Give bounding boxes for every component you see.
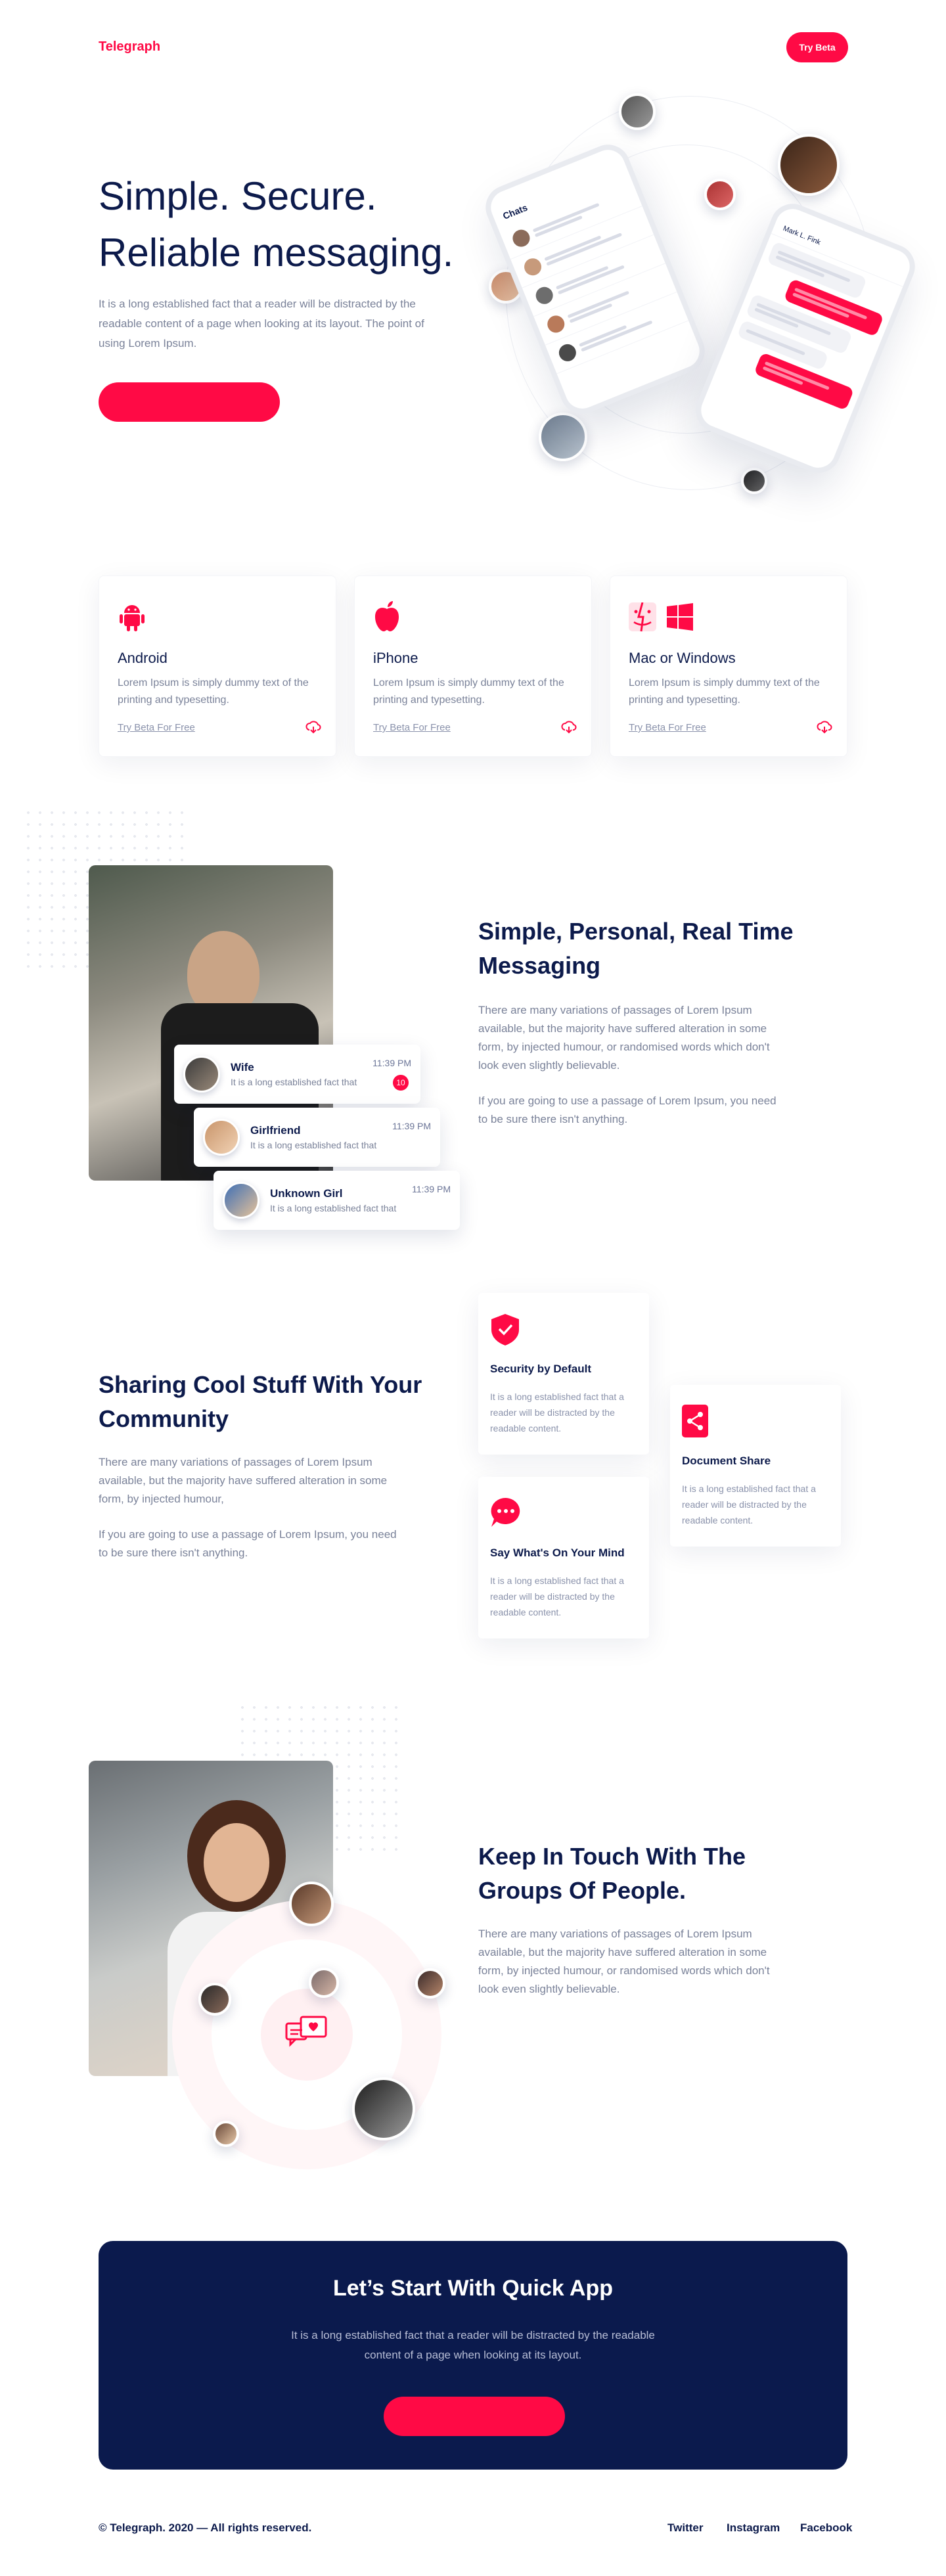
cloud-download-icon[interactable]	[305, 721, 321, 734]
message-card[interactable]: Unknown Girl It is a long established fac…	[214, 1171, 460, 1230]
realtime-paragraph: If you are going to use a passage of Lor…	[478, 1095, 777, 1125]
platform-text: Lorem Ipsum is simply dummy text of the …	[629, 677, 820, 706]
platform-title: Android	[118, 650, 168, 666]
community-paragraph: There are many variations of passages of…	[99, 1456, 388, 1505]
message-preview: It is a long established fact that	[250, 1140, 377, 1150]
try-beta-link[interactable]: Try Beta For Free	[373, 722, 451, 733]
banner-title: Let’s Start With Quick App	[333, 2276, 613, 2301]
platform-card-iphone: iPhone Lorem Ipsum is simply dummy text …	[354, 576, 592, 757]
platform-card-desktop: Mac or Windows Lorem Ipsum is simply dum…	[610, 576, 847, 757]
community-title-line1: Sharing Cool Stuff With Your	[99, 1371, 422, 1398]
message-sender: Girlfriend	[250, 1124, 301, 1137]
android-icon	[120, 605, 145, 631]
avatar	[203, 1119, 240, 1156]
feature-card-mind: Say What's On Your Mind It is a long est…	[478, 1477, 649, 1638]
group-chat-icon	[285, 2016, 327, 2047]
banner-cta-button[interactable]	[384, 2397, 565, 2436]
platform-title: iPhone	[373, 650, 418, 666]
feature-card-share: Document Share It is a long established …	[670, 1385, 841, 1547]
feature-text: It is a long established fact that a rea…	[490, 1391, 624, 1434]
groups-paragraph: There are many variations of passages of…	[478, 1928, 770, 1995]
message-sender: Wife	[231, 1061, 254, 1073]
hero-avatar	[778, 134, 840, 196]
feature-title: Say What's On Your Mind	[490, 1547, 625, 1559]
platform-card-android: Android Lorem Ipsum is simply dummy text…	[99, 576, 336, 757]
message-preview: It is a long established fact that	[270, 1203, 397, 1213]
feature-title: Security by Default	[490, 1363, 591, 1375]
avatar	[223, 1182, 259, 1219]
group-avatar	[352, 2077, 415, 2140]
feature-text: It is a long established fact that a rea…	[490, 1575, 624, 1617]
hero-subtitle: It is a long established fact that a rea…	[99, 298, 424, 350]
group-avatar	[213, 2121, 239, 2147]
groups-title: Keep In Touch With The Groups Of People.	[478, 1840, 820, 1908]
footer-link-instagram[interactable]: Instagram	[727, 2521, 780, 2535]
message-sender: Unknown Girl	[270, 1187, 343, 1200]
cloud-download-icon[interactable]	[817, 721, 832, 734]
try-beta-link[interactable]: Try Beta For Free	[118, 722, 195, 733]
message-time: 11:39 PM	[412, 1184, 451, 1194]
community-title: Sharing Cool Stuff With Your Community	[99, 1368, 440, 1436]
realtime-title-line2: Messaging	[478, 952, 601, 979]
mac-windows-icon	[629, 602, 693, 632]
message-card[interactable]: Girlfriend It is a long established fact …	[194, 1108, 440, 1167]
platform-text: Lorem Ipsum is simply dummy text of the …	[373, 677, 564, 706]
hero-cta-button[interactable]	[99, 382, 280, 422]
hero-avatar	[741, 468, 767, 494]
group-avatar	[198, 1983, 231, 2016]
hero-title-line2: Reliable messaging.	[99, 231, 454, 275]
message-card[interactable]: Wife It is a long established fact that 1…	[174, 1045, 420, 1104]
platform-title: Mac or Windows	[629, 650, 736, 666]
copyright: © Telegraph. 2020 — All rights reserved.	[99, 2521, 312, 2534]
footer-link-facebook[interactable]: Facebook	[800, 2521, 852, 2535]
footer-link-twitter[interactable]: Twitter	[667, 2521, 703, 2535]
group-avatar	[289, 1882, 334, 1926]
community-paragraph: If you are going to use a passage of Lor…	[99, 1528, 397, 1559]
hero-avatar	[539, 413, 587, 461]
groups-title-line1: Keep In Touch With The	[478, 1843, 746, 1870]
share-icon	[682, 1405, 708, 1437]
shield-icon	[491, 1314, 519, 1345]
group-avatar	[309, 1968, 339, 1998]
group-avatar	[415, 1968, 445, 1999]
avatar	[183, 1056, 220, 1093]
realtime-title: Simple, Personal, Real Time Messaging	[478, 915, 820, 983]
feature-card-security: Security by Default It is a long establi…	[478, 1293, 649, 1455]
unread-badge: 10	[393, 1075, 409, 1091]
feature-text: It is a long established fact that a rea…	[682, 1483, 816, 1525]
realtime-title-line1: Simple, Personal, Real Time	[478, 918, 794, 945]
feature-title: Document Share	[682, 1455, 771, 1467]
hero-avatar	[619, 93, 656, 130]
chat-bubble-icon	[491, 1497, 520, 1527]
platform-text: Lorem Ipsum is simply dummy text of the …	[118, 677, 309, 706]
try-beta-button[interactable]: Try Beta	[786, 32, 848, 62]
message-preview: It is a long established fact that	[231, 1077, 357, 1087]
cloud-download-icon[interactable]	[561, 721, 577, 734]
logo[interactable]: Telegraph	[99, 39, 160, 55]
banner-text: It is a long established fact that a rea…	[291, 2329, 655, 2361]
message-time: 11:39 PM	[372, 1058, 411, 1068]
message-time: 11:39 PM	[392, 1121, 431, 1131]
realtime-paragraph: There are many variations of passages of…	[478, 1004, 770, 1072]
try-beta-link[interactable]: Try Beta For Free	[629, 722, 706, 733]
hero-title: Simple. Secure. Reliable messaging.	[99, 168, 493, 281]
hero-title-line1: Simple. Secure.	[99, 174, 377, 218]
community-title-line2: Community	[99, 1405, 229, 1432]
hero-avatar	[704, 179, 736, 210]
apple-icon	[375, 601, 399, 631]
groups-title-line2: Groups Of People.	[478, 1877, 687, 1904]
